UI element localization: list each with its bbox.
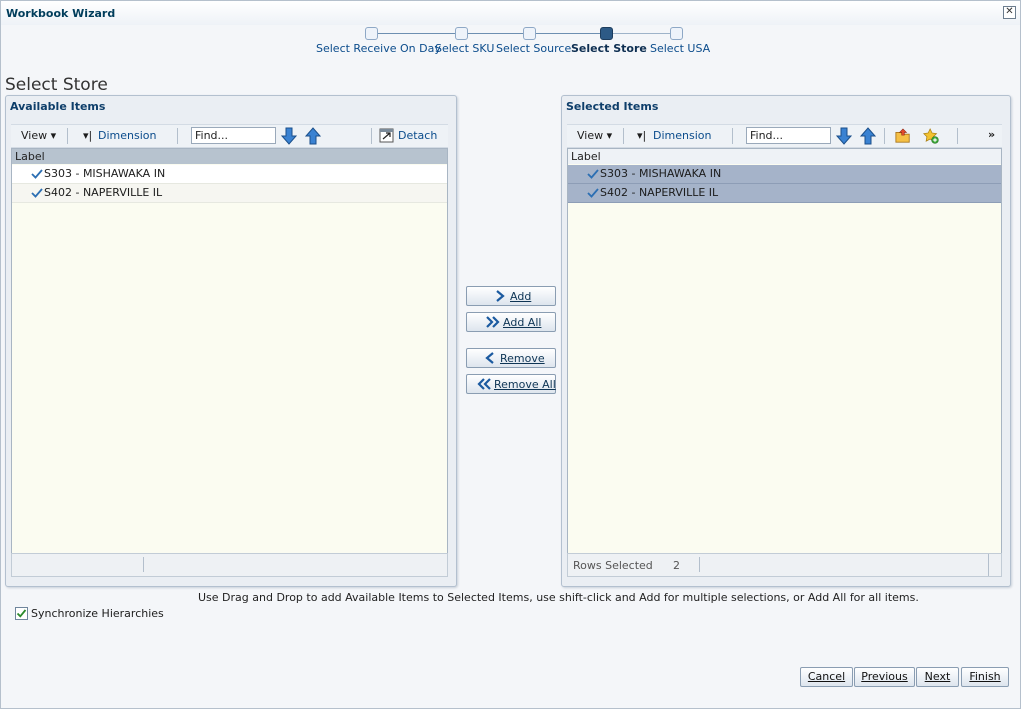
train-node-usa[interactable] [670, 27, 683, 40]
train-line [371, 33, 606, 34]
selected-status-bar: Rows Selected 2 [567, 553, 1002, 577]
selected-find-input[interactable] [746, 127, 831, 144]
available-status-bar [11, 553, 448, 577]
train-node-sku[interactable] [455, 27, 468, 40]
list-item[interactable]: S402 - NAPERVILLE IL [12, 184, 447, 203]
add-all-button[interactable]: Add All [466, 312, 556, 332]
toolbar-overflow-button[interactable]: » [988, 128, 995, 141]
step-train: Select Receive On Day Select SKU Select … [1, 25, 1020, 61]
train-node-store[interactable] [600, 27, 613, 40]
checkmark-icon [16, 609, 27, 618]
dimension-label[interactable]: Dimension [653, 129, 711, 142]
selected-items-title: Selected Items [566, 100, 659, 113]
selected-toolbar: View ▾ ▾| Dimension » [567, 124, 1002, 148]
chevron-right-icon [496, 290, 505, 302]
move-down-icon[interactable] [281, 127, 297, 145]
available-toolbar: View ▾ ▾| Dimension Detach [11, 124, 448, 148]
toolbar-separator [884, 128, 885, 144]
train-step-sku[interactable]: Select SKU [435, 42, 494, 55]
train-step-receive-on-day[interactable]: Select Receive On Day [316, 42, 441, 55]
toolbar-separator [957, 128, 958, 144]
favorite-add-icon[interactable] [923, 127, 939, 145]
remove-all-button-label: Remove All [494, 378, 556, 391]
move-down-icon[interactable] [836, 127, 852, 145]
toolbar-separator [67, 128, 68, 144]
previous-button-label: Previous [861, 670, 908, 683]
checkmark-icon [587, 188, 599, 198]
toolbar-separator [623, 128, 624, 144]
double-chevron-left-icon [477, 378, 491, 390]
available-find-input[interactable] [191, 127, 276, 144]
remove-all-button[interactable]: Remove All [466, 374, 556, 394]
window-title: Workbook Wizard [6, 7, 116, 20]
view-menu-label: View [21, 129, 48, 142]
detach-button[interactable]: Detach [398, 129, 437, 142]
cancel-button-label: Cancel [807, 670, 846, 683]
list-item-label: S402 - NAPERVILLE IL [44, 186, 163, 199]
instruction-text: Use Drag and Drop to add Available Items… [198, 591, 919, 604]
list-item[interactable]: S303 - MISHAWAKA IN [568, 165, 1001, 184]
train-line-remaining [606, 33, 676, 34]
list-item[interactable]: S402 - NAPERVILLE IL [568, 184, 1001, 203]
status-separator [699, 557, 700, 572]
list-item-label: S303 - MISHAWAKA IN [600, 167, 722, 180]
rows-selected-count: 2 [673, 559, 680, 572]
move-up-icon[interactable] [860, 127, 876, 145]
remove-button-label: Remove [500, 352, 545, 365]
checkmark-icon [587, 169, 599, 179]
available-items-title: Available Items [10, 100, 106, 113]
toolbar-separator [732, 128, 733, 144]
remove-button[interactable]: Remove [466, 348, 556, 368]
train-step-source[interactable]: Select Source [496, 42, 571, 55]
train-node-receive-on-day[interactable] [365, 27, 378, 40]
workbook-wizard-window: Workbook Wizard ✕ Select Receive On Day … [0, 0, 1021, 709]
toolbar-separator [371, 128, 372, 144]
list-item-label: S303 - MISHAWAKA IN [44, 167, 166, 180]
selected-items-list: Label S303 - MISHAWAKA IN S402 - NAPERVI… [567, 148, 1002, 554]
title-bar: Workbook Wizard ✕ [1, 1, 1020, 25]
available-items-panel: Available Items View ▾ ▾| Dimension Det [5, 95, 457, 587]
view-menu[interactable]: View ▾ [577, 129, 612, 142]
rows-selected-label: Rows Selected [573, 559, 653, 572]
dimension-dropdown-icon[interactable]: ▾| [83, 129, 92, 142]
add-all-button-label: Add All [503, 316, 542, 329]
next-button[interactable]: Next [916, 667, 959, 687]
open-folder-icon[interactable] [895, 127, 911, 145]
label-column-header[interactable]: Label [12, 149, 447, 164]
close-icon[interactable]: ✕ [1003, 6, 1016, 19]
finish-button[interactable]: Finish [961, 667, 1009, 687]
status-separator [988, 554, 989, 576]
move-up-icon[interactable] [305, 127, 321, 145]
page-title: Select Store [5, 75, 108, 95]
finish-button-label: Finish [969, 670, 1001, 683]
chevron-left-icon [485, 352, 494, 364]
selected-items-panel: Selected Items View ▾ ▾| Dimension Find.… [561, 95, 1011, 587]
double-chevron-right-icon [486, 316, 500, 328]
toolbar-separator [177, 128, 178, 144]
checkmark-icon [31, 188, 43, 198]
synchronize-checkbox[interactable] [15, 607, 28, 620]
add-button-label: Add [510, 290, 532, 303]
next-button-label: Next [924, 670, 951, 683]
view-menu-label: View [577, 129, 604, 142]
dimension-label[interactable]: Dimension [98, 129, 156, 142]
list-item[interactable]: S303 - MISHAWAKA IN [12, 165, 447, 184]
label-column-header[interactable]: Label [568, 149, 1001, 164]
add-button[interactable]: Add [466, 286, 556, 306]
view-menu[interactable]: View ▾ [21, 129, 56, 142]
cancel-button[interactable]: Cancel [800, 667, 853, 687]
dimension-dropdown-icon[interactable]: ▾| [637, 129, 646, 142]
list-item-label: S402 - NAPERVILLE IL [600, 186, 719, 199]
status-separator [143, 557, 144, 572]
synchronize-label: Synchronize Hierarchies [31, 607, 164, 620]
train-step-store[interactable]: Select Store [571, 42, 647, 55]
train-node-source[interactable] [523, 27, 536, 40]
checkmark-icon [31, 169, 43, 179]
previous-button[interactable]: Previous [854, 667, 915, 687]
available-items-list: Label S303 - MISHAWAKA IN S402 - NAPERVI… [11, 148, 448, 554]
detach-icon[interactable] [379, 128, 394, 143]
train-step-usa[interactable]: Select USA [650, 42, 710, 55]
